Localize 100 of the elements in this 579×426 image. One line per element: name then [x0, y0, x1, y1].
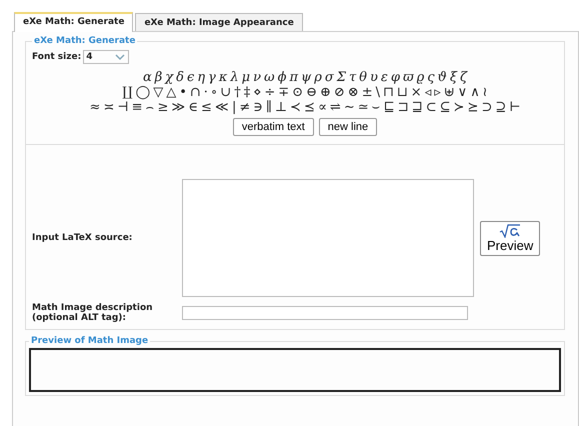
symbol-button[interactable]: ⊒ [410, 100, 424, 115]
symbol-button[interactable]: ϕ [276, 70, 288, 85]
symbol-button[interactable]: ⊢ [508, 100, 522, 115]
symbol-button[interactable]: ⊘ [332, 85, 346, 100]
symbol-button[interactable]: κ [218, 70, 228, 85]
symbol-button[interactable]: ∪ [219, 85, 232, 100]
symbol-button[interactable]: △ [165, 85, 178, 100]
symbol-button[interactable]: ⊙ [291, 85, 304, 100]
symbol-button[interactable]: ≀ [482, 85, 489, 100]
insert-button[interactable]: new line [318, 118, 378, 136]
symbol-button[interactable]: ∨ [456, 85, 468, 100]
tab[interactable]: eXe Math: Image Appearance [135, 13, 303, 31]
symbol-button[interactable]: ϑ [436, 70, 448, 85]
symbol-button[interactable]: ⌢ [144, 100, 156, 115]
symbol-button[interactable]: ≍ [102, 100, 116, 115]
symbol-button[interactable]: ϱ [416, 70, 426, 85]
symbol-button[interactable]: ⊖ [305, 85, 318, 100]
symbol-button[interactable]: ⊃ [480, 100, 494, 115]
symbol-button[interactable]: ± [360, 85, 374, 100]
symbol-button[interactable]: ς [426, 70, 436, 85]
symbol-button[interactable]: ≺ [289, 100, 302, 115]
symbol-button[interactable]: ▹ [433, 85, 442, 100]
symbol-button[interactable]: σ [324, 70, 335, 85]
symbol-button[interactable]: ∩ [188, 85, 202, 100]
symbol-button[interactable]: ⊥ [274, 100, 288, 115]
symbol-button[interactable]: α [142, 70, 153, 85]
symbol-button[interactable]: ∓ [277, 85, 290, 100]
symbol-button[interactable]: ρ [313, 70, 323, 85]
symbol-button[interactable]: μ [240, 70, 252, 85]
symbol-button[interactable]: · [202, 85, 209, 100]
symbol-button[interactable]: ≃ [356, 100, 370, 115]
symbol-button[interactable]: ⌣ [370, 100, 382, 115]
symbol-button[interactable]: ⇌ [328, 100, 342, 115]
tab[interactable]: eXe Math: Generate [14, 12, 134, 32]
symbol-button[interactable]: ≤ [200, 100, 213, 115]
symbol-button[interactable]: ◯ [134, 85, 152, 100]
symbol-button[interactable]: ∐ [121, 85, 134, 100]
symbol-button[interactable]: ⊕ [318, 85, 332, 100]
symbol-button[interactable]: | [230, 100, 238, 115]
symbol-button[interactable]: ϵ [186, 70, 196, 85]
symbol-button[interactable]: υ [368, 70, 379, 85]
symbol-button[interactable]: ▽ [152, 85, 164, 100]
symbol-button[interactable]: ≈ [88, 100, 102, 115]
symbol-button[interactable]: π [288, 70, 299, 85]
symbol-button[interactable]: δ [175, 70, 185, 85]
symbol-button[interactable]: • [178, 85, 188, 100]
symbol-button[interactable]: τ [348, 70, 358, 85]
symbol-button[interactable]: ⊆ [438, 100, 452, 115]
symbol-button[interactable]: ⪯ [303, 100, 316, 115]
symbol-button[interactable]: ≡ [130, 100, 144, 115]
symbol-button[interactable]: ψ [300, 70, 312, 85]
symbol-button[interactable]: ≫ [170, 100, 186, 115]
symbol-button[interactable]: ∘ [210, 85, 218, 100]
symbol-button[interactable]: χ [164, 70, 174, 85]
symbol-button[interactable]: ⊇ [494, 100, 508, 115]
symbol-button[interactable]: η [196, 70, 206, 85]
symbol-button[interactable]: ⊐ [396, 100, 410, 115]
symbol-button[interactable]: ∼ [342, 100, 356, 115]
symbol-button[interactable]: ξ [448, 70, 458, 85]
symbol-button[interactable]: ‡ [242, 85, 252, 100]
symbol-button[interactable]: ⊑ [382, 100, 396, 115]
symbol-button[interactable]: ◃ [424, 85, 432, 100]
symbol-button[interactable]: ≪ [214, 100, 230, 115]
symbol-button[interactable]: ζ [458, 70, 468, 85]
symbol-button[interactable]: ≥ [156, 100, 170, 115]
symbol-button[interactable]: ≠ [238, 100, 252, 115]
symbol-button[interactable]: \ [374, 85, 381, 100]
symbol-button[interactable]: ⊂ [424, 100, 438, 115]
latex-label: Input LaTeX source: [32, 233, 134, 243]
symbol-button[interactable]: ν [252, 70, 262, 85]
symbol-button[interactable]: ε [380, 70, 389, 85]
symbol-button[interactable]: γ [207, 70, 217, 85]
symbol-button[interactable]: ⊗ [346, 85, 360, 100]
alt-input[interactable] [182, 306, 468, 320]
symbol-button[interactable]: β [154, 70, 164, 85]
symbol-button[interactable]: ω [262, 70, 276, 85]
symbol-button[interactable]: λ [229, 70, 240, 85]
symbol-button[interactable]: ∥ [264, 100, 273, 115]
symbol-button[interactable]: ∋ [252, 100, 264, 115]
symbol-button[interactable]: ⊔ [396, 85, 409, 100]
symbol-button[interactable]: † [233, 85, 242, 100]
symbol-button[interactable]: × [410, 85, 423, 100]
symbol-button[interactable]: ϖ [402, 70, 415, 85]
symbol-button[interactable]: θ [358, 70, 368, 85]
preview-button[interactable]: Preview [480, 220, 540, 256]
symbol-button[interactable]: ∧ [469, 85, 481, 100]
symbol-button[interactable]: ⊎ [442, 85, 456, 100]
symbol-button[interactable]: ⊓ [382, 85, 395, 100]
symbol-button[interactable]: ≻ [452, 100, 466, 115]
symbol-button[interactable]: ÷ [263, 85, 276, 100]
latex-input[interactable] [182, 179, 474, 297]
symbol-button[interactable]: ∝ [317, 100, 328, 115]
symbol-button[interactable]: ⋄ [252, 85, 262, 100]
symbol-button[interactable]: Σ [336, 70, 347, 85]
symbol-button[interactable]: ⪰ [466, 100, 480, 115]
symbol-button[interactable]: ∈ [187, 100, 200, 115]
symbol-button[interactable]: ⊣ [116, 100, 130, 115]
symbol-button[interactable]: φ [390, 70, 401, 85]
font-size-select[interactable]: 4 [83, 50, 130, 64]
insert-button[interactable]: verbatim text [232, 118, 314, 136]
